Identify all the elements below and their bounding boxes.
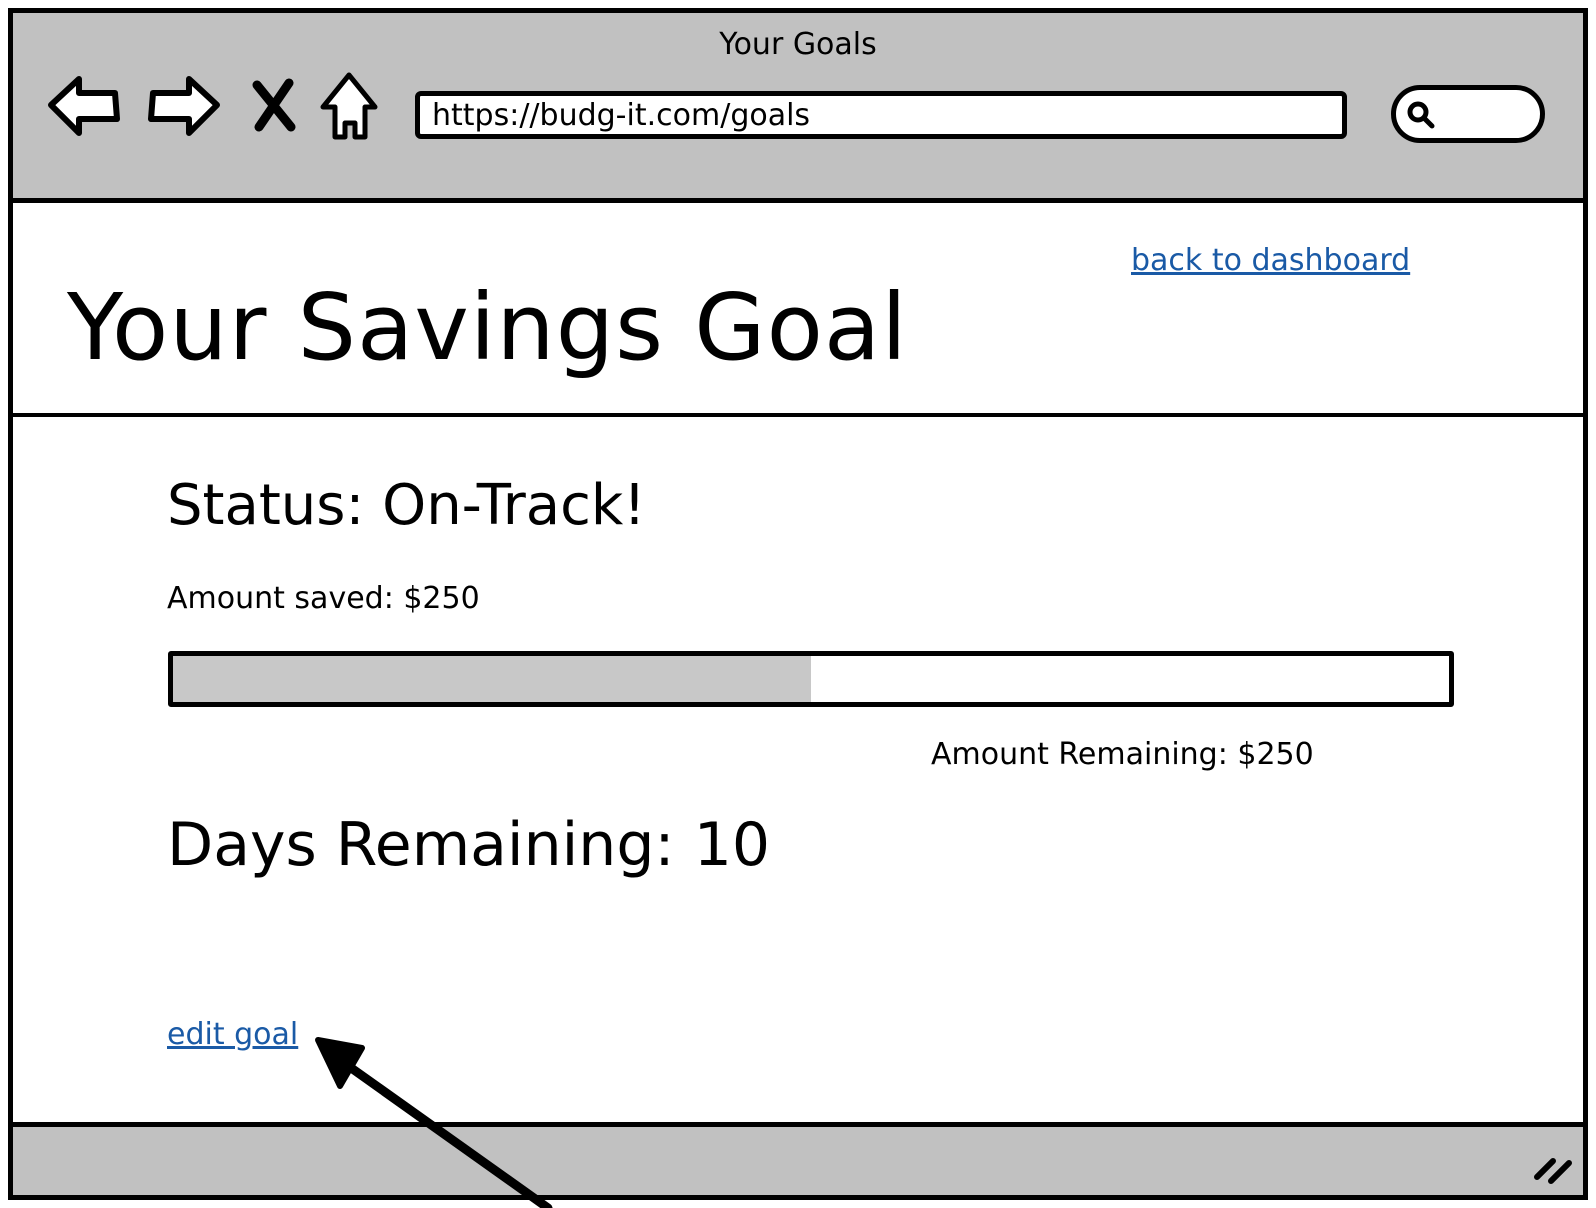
search-icon	[1407, 101, 1435, 129]
stop-icon[interactable]	[235, 65, 315, 145]
browser-status-bar	[13, 1122, 1583, 1195]
window-title: Your Goals	[719, 27, 877, 62]
goal-status: Status: On-Track!	[167, 473, 646, 538]
home-icon[interactable]	[313, 65, 393, 145]
back-to-dashboard-link[interactable]: back to dashboard	[1131, 243, 1410, 279]
forward-arrow-icon[interactable]	[143, 65, 223, 145]
days-remaining: Days Remaining: 10	[167, 810, 771, 880]
search-box[interactable]	[1391, 85, 1545, 143]
amount-remaining-label: Amount Remaining: $250	[931, 737, 1314, 772]
savings-progress-bar	[168, 651, 1454, 707]
url-input[interactable]	[420, 96, 1342, 134]
browser-toolbar: Your Goals	[13, 13, 1583, 203]
edit-goal-link[interactable]: edit goal	[167, 1017, 298, 1053]
amount-saved-label: Amount saved: $250	[167, 581, 480, 616]
page-title: Your Savings Goal	[67, 274, 908, 381]
header-divider	[13, 413, 1583, 417]
resize-grip-icon[interactable]	[1527, 1147, 1577, 1187]
browser-window: Your Goals https://budg-it.com/goals bac…	[8, 8, 1588, 1200]
address-bar[interactable]	[415, 91, 1347, 139]
savings-progress-fill	[173, 656, 811, 702]
back-arrow-icon[interactable]	[45, 65, 125, 145]
page-content: back to dashboard Your Savings Goal Stat…	[13, 203, 1583, 1195]
